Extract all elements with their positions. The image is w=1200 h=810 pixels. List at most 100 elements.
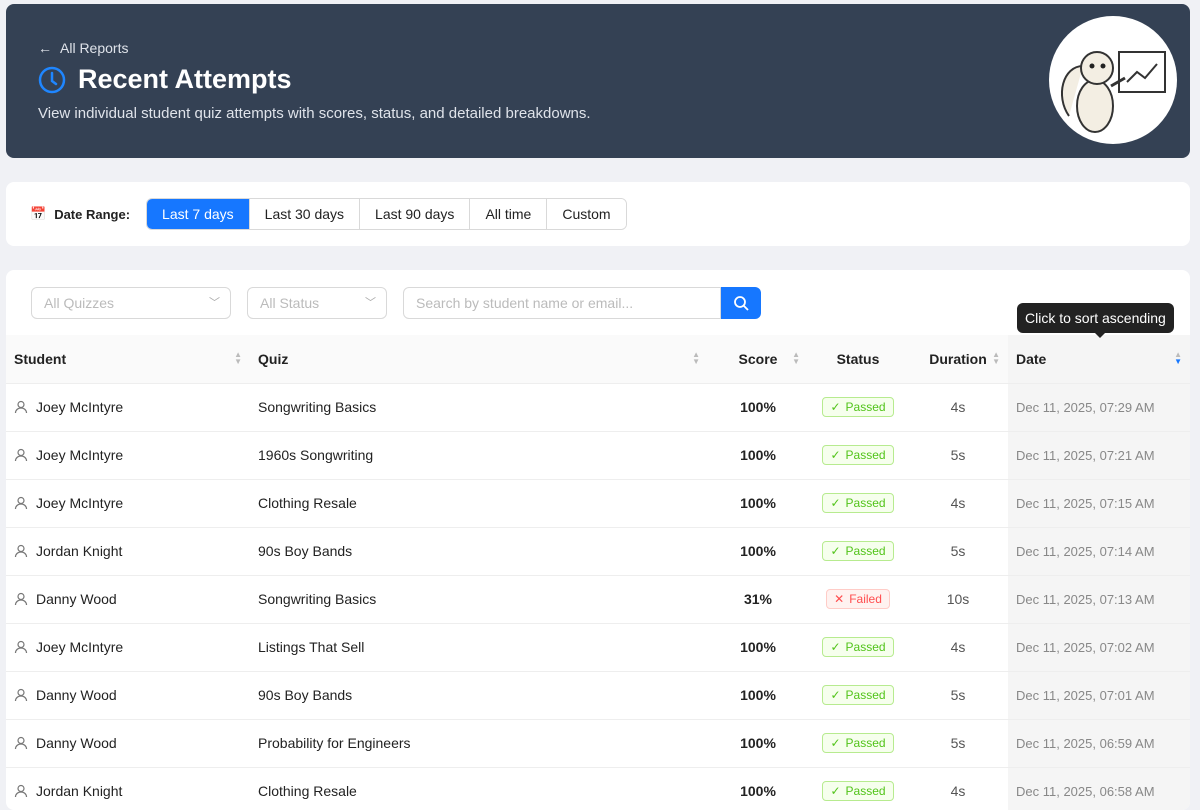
status-badge: ✓ Passed <box>822 637 894 657</box>
check-circle-icon: ✓ <box>830 736 841 750</box>
score-cell: 100% <box>708 623 808 672</box>
score-cell: 100% <box>708 431 808 480</box>
user-icon <box>14 640 28 654</box>
score-cell: 31% <box>708 575 808 624</box>
attempts-table: Student ▲ ▼ Quiz ▲ ▼ Score ▲ ▼ Status Duration… <box>6 335 1190 810</box>
range-last-90-days[interactable]: Last 90 days <box>359 199 470 229</box>
status-label: Passed <box>845 640 886 654</box>
column-score[interactable]: Score ▲ ▼ <box>708 335 808 384</box>
table-row[interactable]: Danny Wood Songwriting Basics 31% ✕ Faile… <box>6 575 1190 624</box>
status-select[interactable]: All Status ﹀ <box>247 287 387 319</box>
status-badge: ✕ Failed <box>826 589 890 609</box>
column-status: Status <box>808 335 908 384</box>
quiz-select[interactable]: All Quizzes ﹀ <box>31 287 231 319</box>
date-cell: Dec 11, 2025, 07:01 AM <box>1008 671 1190 720</box>
duration-cell: 4s <box>908 767 1008 810</box>
quiz-cell: Songwriting Basics <box>250 575 708 624</box>
column-student[interactable]: Student ▲ ▼ <box>6 335 250 384</box>
user-icon <box>14 736 28 750</box>
check-circle-icon: ✓ <box>830 688 841 702</box>
quiz-cell: Songwriting Basics <box>250 383 708 432</box>
status-label: Passed <box>845 784 886 798</box>
status-badge: ✓ Passed <box>822 493 894 513</box>
student-cell: Joey McIntyre <box>6 383 250 432</box>
status-badge: ✓ Passed <box>822 733 894 753</box>
status-cell: ✓ Passed <box>808 479 908 528</box>
back-link-label: All Reports <box>60 40 129 56</box>
status-label: Passed <box>845 688 886 702</box>
table-row[interactable]: Jordan Knight 90s Boy Bands 100% ✓ Passed… <box>6 527 1190 576</box>
column-date[interactable]: Date ▲ ▼ <box>1008 335 1190 384</box>
user-icon <box>14 496 28 510</box>
student-cell: Joey McIntyre <box>6 431 250 480</box>
sort-icon: ▲ ▼ <box>692 350 700 366</box>
status-cell: ✓ Passed <box>808 623 908 672</box>
chevron-down-icon: ﹀ <box>365 297 376 309</box>
search-icon <box>734 296 749 311</box>
score-cell: 100% <box>708 479 808 528</box>
sort-icon: ▲ ▼ <box>992 350 1000 366</box>
table-row[interactable]: Joey McIntyre Clothing Resale 100% ✓ Pass… <box>6 479 1190 528</box>
table-row[interactable]: Danny Wood 90s Boy Bands 100% ✓ Passed 5s… <box>6 671 1190 720</box>
check-circle-icon: ✓ <box>830 400 841 414</box>
user-icon <box>14 688 28 702</box>
quiz-cell: 1960s Songwriting <box>250 431 708 480</box>
user-icon <box>14 784 28 798</box>
check-circle-icon: ✓ <box>830 640 841 654</box>
search-button[interactable] <box>721 287 761 319</box>
date-cell: Dec 11, 2025, 07:29 AM <box>1008 383 1190 432</box>
page-subtitle: View individual student quiz attempts wi… <box>38 105 591 122</box>
range-last-30-days[interactable]: Last 30 days <box>248 199 360 229</box>
student-name: Jordan Knight <box>36 543 123 559</box>
status-cell: ✓ Passed <box>808 383 908 432</box>
range-custom[interactable]: Custom <box>546 199 626 229</box>
range-all-time[interactable]: All time <box>469 199 547 229</box>
table-row[interactable]: Joey McIntyre 1960s Songwriting 100% ✓ Pa… <box>6 431 1190 480</box>
status-cell: ✓ Passed <box>808 719 908 768</box>
student-cell: Jordan Knight <box>6 527 250 576</box>
student-cell: Joey McIntyre <box>6 623 250 672</box>
student-cell: Jordan Knight <box>6 767 250 810</box>
status-cell: ✓ Passed <box>808 431 908 480</box>
range-last-7-days[interactable]: Last 7 days <box>147 199 249 229</box>
student-name: Danny Wood <box>36 735 117 751</box>
student-name: Danny Wood <box>36 687 117 703</box>
status-badge: ✓ Passed <box>822 685 894 705</box>
status-label: Failed <box>849 592 882 606</box>
table-row[interactable]: Danny Wood Probability for Engineers 100… <box>6 719 1190 768</box>
student-name: Danny Wood <box>36 591 117 607</box>
back-link[interactable]: ← All Reports <box>38 40 128 56</box>
student-cell: Danny Wood <box>6 575 250 624</box>
table-row[interactable]: Joey McIntyre Songwriting Basics 100% ✓ P… <box>6 383 1190 432</box>
status-cell: ✓ Passed <box>808 767 908 810</box>
page-title: Recent Attempts <box>78 64 292 94</box>
duration-cell: 4s <box>908 623 1008 672</box>
arrow-left-icon: ← <box>38 40 52 56</box>
status-label: Passed <box>845 544 886 558</box>
date-cell: Dec 11, 2025, 07:13 AM <box>1008 575 1190 624</box>
student-name: Joey McIntyre <box>36 447 124 463</box>
student-name: Joey McIntyre <box>36 495 124 511</box>
date-cell: Dec 11, 2025, 06:58 AM <box>1008 767 1190 810</box>
sort-icon: ▲ ▼ <box>234 350 242 366</box>
column-duration[interactable]: Duration ▲ ▼ <box>908 335 1008 384</box>
page-header: ← All Reports Recent Attempts View indiv… <box>6 4 1190 158</box>
column-label: Status <box>836 350 880 367</box>
status-badge: ✓ Passed <box>822 397 894 417</box>
check-circle-icon: ✓ <box>830 448 841 462</box>
duration-cell: 5s <box>908 671 1008 720</box>
table-row[interactable]: Joey McIntyre Listings That Sell 100% ✓ P… <box>6 623 1190 672</box>
column-quiz[interactable]: Quiz ▲ ▼ <box>250 335 708 384</box>
user-icon <box>14 544 28 558</box>
date-cell: Dec 11, 2025, 07:15 AM <box>1008 479 1190 528</box>
table-row[interactable]: Jordan Knight Clothing Resale 100% ✓ Pass… <box>6 767 1190 810</box>
date-cell: Dec 11, 2025, 07:14 AM <box>1008 527 1190 576</box>
user-icon <box>14 400 28 414</box>
date-cell: Dec 11, 2025, 07:02 AM <box>1008 623 1190 672</box>
search-input[interactable] <box>403 287 721 319</box>
student-cell: Danny Wood <box>6 719 250 768</box>
attempts-card: All Quizzes ﹀ All Status ﹀ Student ▲▼ Quiz ▲… <box>6 270 1190 810</box>
quiz-cell: Probability for Engineers <box>250 719 708 768</box>
quiz-cell: Clothing Resale <box>250 479 708 528</box>
score-cell: 100% <box>708 527 808 576</box>
